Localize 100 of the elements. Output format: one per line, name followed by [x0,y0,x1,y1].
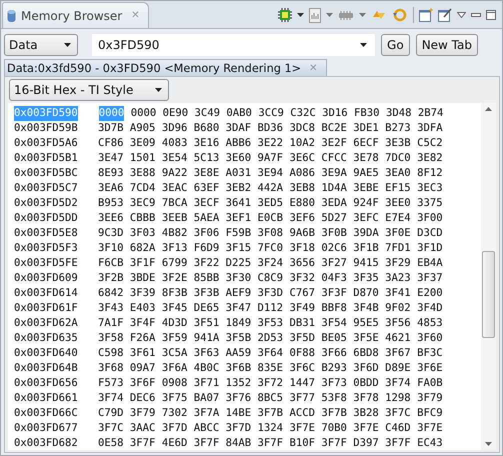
memory-word: 3F76 [226,391,252,406]
memory-word: 4853 [417,316,443,331]
memory-word: DE65 [194,301,220,316]
memory-word: C5C2 [417,136,443,151]
maximize-icon[interactable] [486,10,496,20]
memory-word: 04F3 [321,271,347,286]
memory-word: 9C3D [98,226,124,241]
minimize-icon[interactable] [471,13,481,17]
go-button[interactable]: Go [381,34,410,56]
view-tab[interactable]: Memory Browser ✕ [2,2,149,28]
memory-word: 3F71 [194,376,220,391]
memory-word: 3F7F [258,436,284,450]
address-cell-text: 0x003FD640 [14,346,79,361]
memory-word: 3F73 [321,376,347,391]
memory-word: E200 [417,286,443,301]
memory-word: DEC6 [130,391,156,406]
memory-word: 3CC9 [258,106,284,121]
memory-word: 3375 [417,196,443,211]
memory-word: BA07 [194,391,220,406]
memory-word: 3E94 [258,166,284,181]
memory-word: 3F7D [162,421,188,436]
memory-space-dropdown[interactable]: Data [4,34,78,56]
memory-word: 3F7C [385,406,411,421]
memory-word: 3D7B [98,121,124,136]
database-icon [7,8,16,22]
memory-word: 3F7A [194,406,220,421]
memory-word: 3F59 [162,331,188,346]
memory-word: C598 [98,346,124,361]
memory-word: 3E8E [194,166,220,181]
memory-word: E403 [130,301,156,316]
address-field[interactable]: 0x3FD590 [92,34,376,56]
memory-word: F6D9 [194,241,220,256]
memory-word: 9AE5 [353,166,379,181]
new-window-icon[interactable] [419,8,433,22]
memory-word: 3EE0 [385,196,411,211]
memory-word: 3F00 [417,211,443,226]
view-menu-icon[interactable] [457,12,466,18]
memory-word: 3D16 [322,106,348,121]
memory-word: 3F7B [258,406,284,421]
memory-word: 3F3F [321,286,347,301]
memory-word: 3E9A [321,166,347,181]
scroll-thumb[interactable] [482,250,495,338]
memory-word: 3F45 [162,301,188,316]
address-cell-text: 0x003FD614 [14,286,79,301]
memory-word: 3C5A [162,346,188,361]
memory-word: 3F24 [258,256,284,271]
memory-word: 3F61 [130,346,156,361]
memory-word: 5D27 [321,211,347,226]
memory-word: 3F30 [226,271,252,286]
chip-icon[interactable] [278,8,292,22]
format-dropdown[interactable]: 16-Bit Hex - TI Style [9,79,169,101]
memory-word: 3E82 [417,151,443,166]
edit-window-icon[interactable] [438,8,452,22]
memory-word: 3641 [226,196,252,211]
memory-word: 02C6 [321,241,347,256]
memory-word: 835E [258,361,284,376]
memory-word: 3F03 [130,226,156,241]
memory-word: 5AEA [194,211,220,226]
memory-word: 3EC9 [130,196,156,211]
memory-word: 8F3B [162,286,188,301]
scrollbar[interactable] [481,103,496,450]
refresh-icon[interactable] [392,7,408,23]
memory-word: 3E88 [130,166,156,181]
memory-word: C32C [290,106,316,121]
memory-word: 3EB8 [289,181,315,196]
caret-icon[interactable] [360,42,368,46]
memory-word: EC43 [417,436,443,450]
rendering-tab-title: Data:0x3fd590 - 0x3FD590 <Memory Rendering 1> [7,62,302,74]
memory-word: 3F2B [98,271,124,286]
scroll-up-icon[interactable] [485,107,492,111]
memory-word: 682A [130,241,156,256]
document-chart-icon[interactable] [309,8,321,22]
memory-word: 0908 [162,376,188,391]
memory-word: C46D [385,421,411,436]
memory-word: 3EFC [353,211,379,226]
memory-word: EB4A [417,256,443,271]
memory-word: 3F64 [258,346,284,361]
memory-word: 3DFA [417,121,443,136]
memory-word: 3F6F [130,376,156,391]
address-cell-text: 0x003FD5F3 [14,241,79,256]
memory-word: 7302 [162,406,188,421]
rendering-tab[interactable]: Data:0x3fd590 - 0x3FD590 <Memory Rendering 1> ✕ [4,59,327,76]
memory-word: 3F72 [258,376,284,391]
memory-word: 3D48 [386,106,412,121]
memory-word: 3F0B [321,226,347,241]
memory-word: 70B0 [321,421,347,436]
scroll-down-icon[interactable] [485,442,492,446]
memory-word: 3F4F [130,316,156,331]
memory-word: 3F1B [353,241,379,256]
memory-word: 3F74 [385,376,411,391]
address-cell: 0x003FD590 [14,106,78,121]
memory-word: 3E2F [321,136,347,151]
address-cell-text: 0x003FD682 [14,436,79,450]
memory-word: 3F7E [417,421,443,436]
memory-word: 4B82 [162,226,188,241]
new-tab-button[interactable]: New Tab [416,34,478,56]
memory-word: 9415 [353,256,379,271]
memory-word: CFCC [321,151,347,166]
memory-word: 3F1F [130,256,156,271]
caret-icon[interactable] [297,13,304,17]
